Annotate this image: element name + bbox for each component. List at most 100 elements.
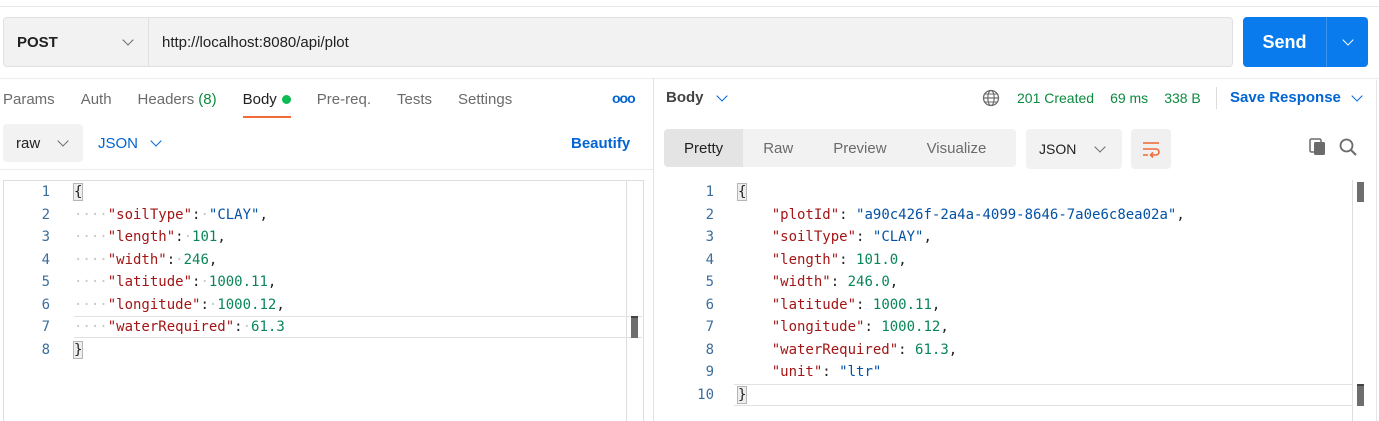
code-line: 8} [0, 339, 626, 362]
right-edge [1376, 80, 1377, 421]
request-body-editor[interactable]: 1{2 ····"soilType":·"CLAY", 3 ····"length":… [0, 181, 626, 361]
body-mode-select[interactable]: raw [3, 124, 83, 162]
comma-token: , [898, 251, 907, 268]
code-content: ····"length":·101, [50, 226, 226, 249]
comma-token: , [208, 251, 218, 268]
json-value: 61.3 [251, 319, 285, 335]
response-scrollbar-thumb-top[interactable] [1357, 182, 1364, 202]
brace-token: { [736, 183, 748, 201]
send-button[interactable]: Send [1243, 17, 1327, 67]
json-value: 246.0 [847, 274, 890, 290]
indent-whitespace: ···· [74, 296, 108, 313]
tab-pretty[interactable]: Pretty [664, 129, 744, 167]
code-line: 7 "longitude": 1000.12, [664, 316, 1354, 339]
beautify-button[interactable]: Beautify [571, 135, 630, 152]
whitespace: · [175, 251, 184, 268]
json-key: "waterRequired" [771, 341, 899, 358]
chevron-down-icon [150, 135, 162, 147]
code-line: 3 ····"length":·101, [0, 226, 626, 249]
response-body-select[interactable]: Body [666, 89, 728, 106]
tab-params[interactable]: Params [3, 80, 55, 118]
tab-raw[interactable]: Raw [743, 129, 813, 167]
line-number: 3 [705, 229, 714, 245]
comma-token: , [889, 274, 899, 290]
line-number: 2 [41, 206, 50, 223]
colon-token: : [200, 296, 209, 313]
whitespace: · [200, 206, 209, 223]
search-icon[interactable] [1338, 137, 1358, 157]
copy-icon[interactable] [1308, 137, 1328, 157]
request-body-divider [0, 169, 653, 170]
tab-preview[interactable]: Preview [813, 129, 906, 167]
response-scrollbar-thumb[interactable] [1357, 384, 1364, 406]
brace-token: } [72, 340, 84, 359]
request-scrollbar-track[interactable] [626, 180, 627, 421]
code-content: "longitude": 1000.12, [714, 316, 949, 339]
url-input[interactable]: http://localhost:8080/api/plot [149, 34, 349, 51]
more-options-icon[interactable]: ooo [612, 90, 636, 106]
tab-pre-request[interactable]: Pre-req. [317, 80, 371, 118]
response-size[interactable]: 338 B [1164, 90, 1201, 106]
line-number: 5 [41, 274, 50, 290]
code-content: ····"latitude":·1000.11, [50, 271, 276, 294]
send-button-group: Send [1243, 17, 1368, 67]
tab-headers[interactable]: Headers (8) [138, 80, 217, 118]
json-value: "CLAY" [872, 229, 924, 245]
indent-whitespace: ···· [74, 229, 108, 245]
send-options-button[interactable] [1327, 17, 1368, 67]
request-scrollbar-thumb[interactable] [631, 316, 638, 338]
code-line: 3 "soilType": "CLAY", [664, 226, 1354, 249]
globe-icon[interactable] [982, 89, 1000, 107]
save-response-button[interactable]: Save Response [1230, 89, 1363, 106]
json-value: "ltr" [839, 364, 882, 380]
tab-body[interactable]: Body [242, 80, 292, 118]
url-bar: POST http://localhost:8080/api/plot [3, 17, 1233, 67]
response-language-select[interactable]: JSON [1026, 129, 1122, 169]
chevron-down-icon [122, 34, 134, 46]
code-content: "width": 246.0, [714, 271, 898, 294]
wrap-lines-icon [1143, 142, 1160, 158]
code-line: 6 "latitude": 1000.11, [664, 294, 1354, 317]
indent-whitespace: ···· [74, 274, 108, 290]
colon-token: : [864, 319, 873, 335]
json-value: 1000.11 [872, 296, 932, 313]
body-language-select[interactable]: JSON [98, 124, 162, 162]
json-key: "soilType" [771, 229, 857, 245]
pane-divider[interactable] [653, 78, 654, 421]
colon-token: : [234, 319, 243, 335]
tab-tests[interactable]: Tests [397, 80, 432, 118]
json-key: "soilType" [107, 206, 193, 223]
code-content: "waterRequired": 61.3, [714, 339, 957, 362]
method-select[interactable]: POST [4, 18, 149, 66]
comma-token: , [931, 296, 941, 313]
line-number: 1 [705, 184, 714, 200]
json-key: "latitude" [107, 274, 193, 290]
tab-settings[interactable]: Settings [458, 80, 512, 118]
code-line: 4 "length": 101.0, [664, 249, 1354, 272]
status-code[interactable]: 201 Created [1017, 90, 1094, 106]
response-time[interactable]: 69 ms [1110, 90, 1148, 106]
brace-token: { [72, 183, 84, 201]
code-content: ····"width":·246, [50, 249, 217, 272]
code-content: "plotId": "a90c426f-2a4a-4099-8646-7a0e6… [714, 204, 1185, 227]
json-value: 101.0 [856, 251, 899, 268]
comma-token: , [948, 341, 958, 358]
json-key: "unit" [771, 364, 823, 380]
indent-whitespace: ···· [74, 251, 108, 268]
response-body-viewer[interactable]: 1{2 "plotId": "a90c426f-2a4a-4099-8646-7… [664, 181, 1354, 406]
wrap-lines-button[interactable] [1131, 129, 1171, 169]
json-value: 1000.12 [881, 319, 941, 335]
tab-visualize[interactable]: Visualize [907, 129, 1007, 167]
code-content: "length": 101.0, [714, 249, 907, 272]
tab-auth[interactable]: Auth [81, 80, 112, 118]
comma-token: , [276, 296, 285, 313]
